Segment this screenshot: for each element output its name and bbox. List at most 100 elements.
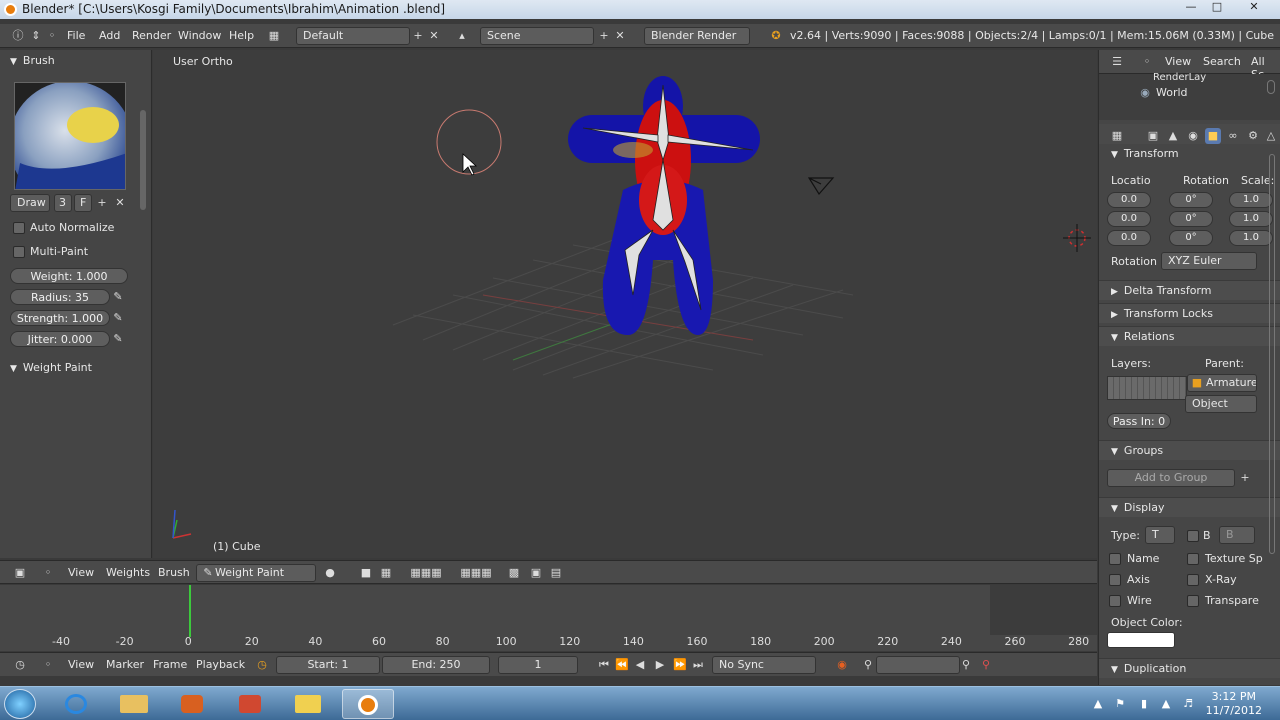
collapse-menus-icon[interactable]: ◦ (44, 28, 60, 44)
jump-start-icon[interactable]: ⏮ (596, 657, 612, 673)
menu-window[interactable]: Window (178, 29, 221, 42)
add-brush-icon[interactable]: + (94, 195, 110, 211)
collapse-menus-icon[interactable]: ◦ (40, 657, 56, 673)
bounds-type-dropdown[interactable]: B (1219, 526, 1255, 544)
layers-grid-icon[interactable]: ▦▦▦ (404, 565, 448, 581)
maximize-icon[interactable]: □ (1206, 0, 1228, 16)
multi-paint-checkbox[interactable] (13, 246, 25, 258)
battery-icon[interactable]: ▮ (1136, 696, 1152, 712)
xray-checkbox[interactable] (1187, 574, 1199, 586)
scene-icon[interactable]: ▴ (454, 28, 470, 44)
outliner-scrollbar[interactable] (1267, 80, 1275, 94)
remove-brush-icon[interactable]: ✕ (112, 195, 128, 211)
start-button[interactable] (4, 689, 36, 719)
show-hidden-icons-icon[interactable]: ▲ (1090, 696, 1106, 712)
tool-shelf-scrollbar[interactable] (140, 110, 146, 210)
outliner-item-renderlayers[interactable]: RenderLay (1153, 72, 1206, 83)
record-keyframes-icon[interactable]: ◉ (834, 657, 850, 673)
strength-slider[interactable]: Strength: 1.000 (10, 310, 110, 326)
taskbar-blender-icon[interactable] (342, 689, 394, 719)
weight-slider[interactable]: Weight: 1.000 (10, 268, 128, 284)
opengl-anim-icon[interactable]: ▤ (548, 565, 564, 581)
play-reverse-icon[interactable]: ◀ (632, 657, 648, 673)
radius-slider[interactable]: Radius: 35 (10, 289, 110, 305)
menu-add[interactable]: Add (99, 29, 120, 42)
properties-scrollbar[interactable] (1269, 154, 1275, 554)
brush-fake-user-button[interactable]: F (74, 194, 92, 212)
duplication-panel-header[interactable]: ▼ Duplication (1099, 658, 1280, 678)
constraints-tab-icon[interactable]: ∞ (1225, 128, 1241, 144)
outliner-menu-search[interactable]: Search (1203, 55, 1241, 68)
add-group-icon[interactable]: + (1237, 470, 1253, 486)
current-frame-marker[interactable] (189, 585, 191, 637)
rotation-x-field[interactable]: 0° (1169, 192, 1213, 208)
rotation-mode-dropdown[interactable]: XYZ Euler (1161, 252, 1257, 270)
outliner-menu-view[interactable]: View (1165, 55, 1191, 68)
relations-panel-header[interactable]: ▼ Relations (1099, 326, 1280, 346)
menu-view[interactable]: View (68, 566, 94, 579)
add-screen-icon[interactable]: + (410, 28, 426, 44)
add-to-group-button[interactable]: Add to Group (1107, 469, 1235, 487)
current-frame-field[interactable]: 1 (498, 656, 578, 674)
strength-pressure-icon[interactable]: ✎ (110, 310, 126, 326)
editor-type-info-icon[interactable]: ⓘ (10, 28, 26, 44)
menu-marker[interactable]: Marker (106, 658, 144, 671)
delete-keyframe-icon[interactable]: ⚲ (978, 657, 994, 673)
location-y-field[interactable]: 0.0 (1107, 211, 1151, 227)
location-z-field[interactable]: 0.0 (1107, 230, 1151, 246)
keying-set-icon[interactable]: ⚲ (860, 657, 876, 673)
render-engine-dropdown[interactable]: Blender Render (644, 27, 750, 45)
jitter-pressure-icon[interactable]: ✎ (110, 331, 126, 347)
collapse-menus-icon[interactable]: ◦ (1139, 54, 1155, 70)
minimize-icon[interactable]: — (1180, 0, 1202, 16)
volume-icon[interactable]: ♬ (1180, 696, 1196, 712)
opengl-render-icon[interactable]: ▣ (528, 565, 544, 581)
preview-range-icon[interactable]: ◷ (254, 657, 270, 673)
add-scene-icon[interactable]: + (596, 28, 612, 44)
brush-panel-header[interactable]: ▼ Brush (0, 54, 151, 72)
insert-keyframe-icon[interactable]: ⚲ (958, 657, 974, 673)
collapse-menus-icon[interactable]: ◦ (40, 565, 56, 581)
texture-space-checkbox[interactable] (1187, 553, 1199, 565)
jitter-slider[interactable]: Jitter: 0.000 (10, 331, 110, 347)
jump-keyframe-forward-icon[interactable]: ⏩ (672, 657, 688, 673)
radius-pressure-icon[interactable]: ✎ (110, 289, 126, 305)
outliner-item-world[interactable]: World (1156, 86, 1188, 99)
name-checkbox[interactable] (1109, 553, 1121, 565)
jump-end-icon[interactable]: ⏭ (690, 657, 706, 673)
brush-name-field[interactable]: Draw (10, 194, 50, 212)
data-tab-icon[interactable]: △ (1263, 128, 1279, 144)
menu-help[interactable]: Help (229, 29, 254, 42)
layers-grid-2-icon[interactable]: ▦▦▦ (454, 565, 498, 581)
object-color-swatch[interactable] (1107, 632, 1175, 648)
taskbar-clock[interactable]: 3:12 PM 11/7/2012 (1206, 690, 1262, 718)
remove-scene-icon[interactable]: ✕ (612, 28, 628, 44)
modifiers-tab-icon[interactable]: ⚙ (1245, 128, 1261, 144)
menu-file[interactable]: File (67, 29, 85, 42)
object-tab-icon[interactable]: ■ (1205, 128, 1221, 144)
taskbar-folder-icon[interactable] (282, 689, 334, 719)
lock-camera-icon[interactable]: ▩ (506, 565, 522, 581)
menu-frame[interactable]: Frame (153, 658, 187, 671)
pass-index-field[interactable]: Pass In: 0 (1107, 413, 1171, 429)
menu-render[interactable]: Render (132, 29, 171, 42)
jump-keyframe-back-icon[interactable]: ⏪ (614, 657, 630, 673)
taskbar-media-player-icon[interactable] (166, 689, 218, 719)
axis-checkbox[interactable] (1109, 574, 1121, 586)
location-x-field[interactable]: 0.0 (1107, 192, 1151, 208)
bounds-checkbox[interactable] (1187, 530, 1199, 542)
network-icon[interactable]: ▲ (1158, 696, 1174, 712)
editor-type-timeline-icon[interactable]: ◷ (12, 657, 28, 673)
scene-field[interactable]: Scene (480, 27, 594, 45)
start-frame-field[interactable]: Start: 1 (276, 656, 380, 674)
transparent-checkbox[interactable] (1187, 595, 1199, 607)
scale-x-field[interactable]: 1.0 (1229, 192, 1273, 208)
vertex-mask-icon[interactable]: ▦ (378, 565, 394, 581)
screen-layout-field[interactable]: Default (296, 27, 410, 45)
rotation-y-field[interactable]: 0° (1169, 211, 1213, 227)
brush-preview-thumbnail[interactable] (14, 82, 126, 190)
3d-viewport[interactable]: User Ortho (1) Cube (153, 50, 1097, 558)
menu-weights[interactable]: Weights (106, 566, 150, 579)
display-type-dropdown[interactable]: T (1145, 526, 1175, 544)
taskbar-app-icon[interactable] (224, 689, 276, 719)
